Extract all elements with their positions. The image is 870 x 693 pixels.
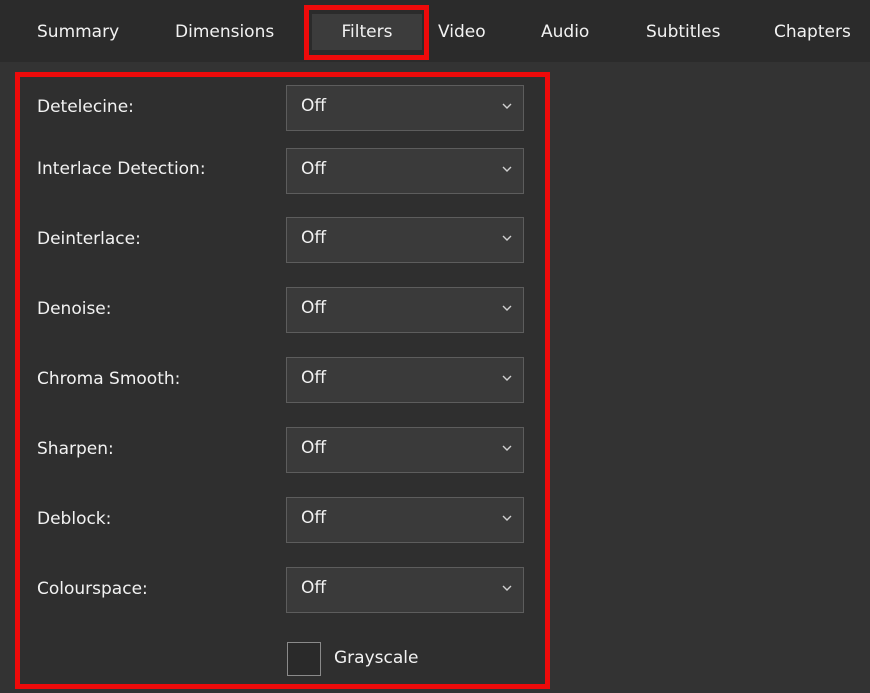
tab-video[interactable]: Video (438, 14, 486, 50)
chevron-down-icon (502, 305, 512, 311)
tab-filters[interactable]: Filters (312, 14, 422, 50)
interlace-detection-value: Off (301, 159, 327, 179)
chevron-down-icon (502, 375, 512, 381)
chevron-down-icon (502, 235, 512, 241)
tab-audio[interactable]: Audio (541, 14, 589, 50)
chevron-down-icon (502, 445, 512, 451)
colourspace-label: Colourspace: (37, 579, 148, 599)
chroma-smooth-label: Chroma Smooth: (37, 369, 181, 389)
chevron-down-icon (502, 103, 512, 109)
denoise-label: Denoise: (37, 299, 112, 319)
sharpen-value: Off (301, 438, 327, 458)
tab-dimensions[interactable]: Dimensions (175, 14, 274, 50)
deblock-select[interactable]: Off (286, 497, 524, 543)
chroma-smooth-value: Off (301, 368, 327, 388)
deinterlace-value: Off (301, 228, 327, 248)
interlace-detection-select[interactable]: Off (286, 148, 524, 194)
colourspace-select[interactable]: Off (286, 567, 524, 613)
deblock-label: Deblock: (37, 509, 112, 529)
detelecine-select[interactable]: Off (286, 85, 524, 131)
chroma-smooth-select[interactable]: Off (286, 357, 524, 403)
denoise-value: Off (301, 298, 327, 318)
detelecine-value: Off (301, 96, 327, 116)
grayscale-label[interactable]: Grayscale (334, 648, 418, 668)
tab-subtitles[interactable]: Subtitles (646, 14, 720, 50)
deinterlace-select[interactable]: Off (286, 217, 524, 263)
tab-summary[interactable]: Summary (37, 14, 119, 50)
detelecine-label: Detelecine: (37, 97, 134, 117)
colourspace-value: Off (301, 578, 327, 598)
denoise-select[interactable]: Off (286, 287, 524, 333)
interlace-detection-label: Interlace Detection: (37, 159, 206, 179)
chevron-down-icon (502, 585, 512, 591)
deinterlace-label: Deinterlace: (37, 229, 141, 249)
chevron-down-icon (502, 515, 512, 521)
chevron-down-icon (502, 166, 512, 172)
grayscale-checkbox[interactable] (287, 642, 321, 676)
sharpen-select[interactable]: Off (286, 427, 524, 473)
app-window: Summary Dimensions Filters Video Audio S… (0, 0, 870, 693)
sharpen-label: Sharpen: (37, 439, 114, 459)
tab-chapters[interactable]: Chapters (774, 14, 851, 50)
tab-bar: Summary Dimensions Filters Video Audio S… (0, 0, 870, 62)
deblock-value: Off (301, 508, 327, 528)
